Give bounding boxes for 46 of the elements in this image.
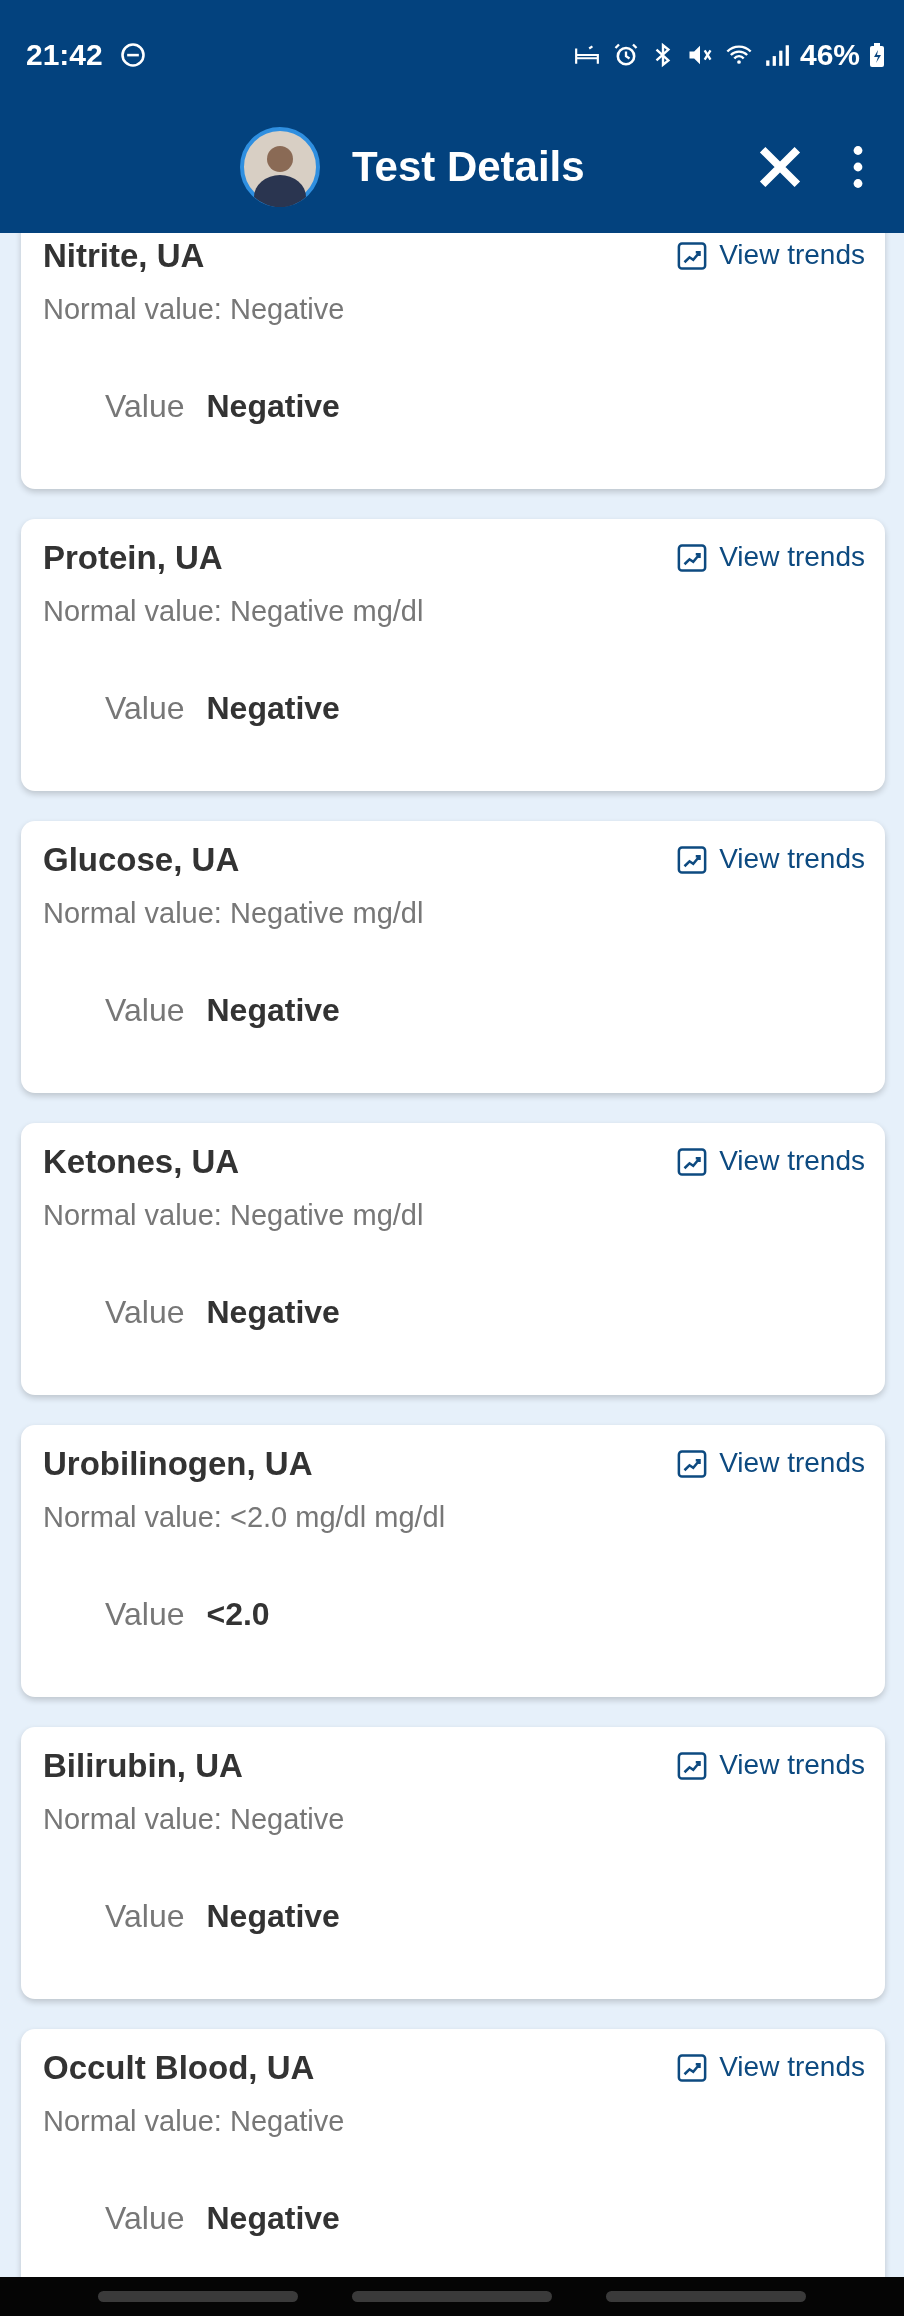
value-label: Value bbox=[105, 690, 185, 727]
view-trends-link[interactable]: View trends bbox=[675, 533, 865, 573]
normal-value-text: Normal value: Negative mg/dl bbox=[43, 897, 425, 930]
nav-handle[interactable] bbox=[606, 2291, 806, 2302]
normal-value-text: Normal value: Negative bbox=[43, 293, 346, 326]
test-name: Protein, UA bbox=[43, 538, 223, 577]
test-name: Bilirubin, UA bbox=[43, 1746, 243, 1785]
test-name: Glucose, UA bbox=[43, 840, 240, 879]
value-label: Value bbox=[105, 2200, 185, 2237]
test-name: Urobilinogen, UA bbox=[43, 1444, 313, 1483]
view-trends-link[interactable]: View trends bbox=[675, 2043, 865, 2083]
battery-percent: 46% bbox=[799, 38, 860, 72]
avatar-icon bbox=[240, 126, 320, 207]
nav-handle[interactable] bbox=[98, 2291, 298, 2302]
normal-value-text: Normal value: Negative mg/dl bbox=[43, 595, 425, 628]
normal-value-text: Normal value: Negative bbox=[43, 1803, 346, 1836]
view-trends-link[interactable]: View trends bbox=[675, 1137, 865, 1177]
view-trends-link[interactable]: View trends bbox=[675, 1741, 865, 1781]
test-value: Negative bbox=[206, 1898, 340, 1935]
value-label: Value bbox=[105, 388, 185, 425]
signal-icon bbox=[763, 42, 790, 68]
normal-value-text: Normal value: <2.0 mg/dl mg/dl bbox=[43, 1501, 447, 1534]
normal-value-text: Normal value: Negative mg/dl bbox=[43, 1199, 425, 1232]
test-name: Ketones, UA bbox=[43, 1142, 240, 1181]
value-label: Value bbox=[105, 992, 185, 1029]
value-label: Value bbox=[105, 1898, 185, 1935]
battery-icon bbox=[870, 42, 884, 68]
status-time: 21:42 bbox=[26, 38, 103, 72]
view-trends-link[interactable]: View trends bbox=[675, 835, 865, 875]
test-name: Occult Blood, UA bbox=[43, 2048, 315, 2087]
test-value: Negative bbox=[206, 1294, 340, 1331]
more-menu-button[interactable] bbox=[852, 144, 864, 189]
test-value: Negative bbox=[206, 690, 340, 727]
test-value: Negative bbox=[206, 992, 340, 1029]
normal-value-text: Normal value: Negative bbox=[43, 2105, 346, 2138]
value-label: Value bbox=[105, 1596, 185, 1633]
view-trends-link[interactable]: View trends bbox=[675, 233, 865, 271]
do-not-disturb-icon bbox=[118, 41, 147, 69]
view-trends-link[interactable]: View trends bbox=[675, 1439, 865, 1479]
test-value: Negative bbox=[206, 388, 340, 425]
screen-title: Test Details bbox=[352, 142, 586, 191]
test-name: Nitrite, UA bbox=[43, 236, 205, 275]
test-value: <2.0 bbox=[206, 1596, 270, 1633]
value-label: Value bbox=[105, 1294, 185, 1331]
test-value: Negative bbox=[206, 2200, 340, 2237]
nav-handle[interactable] bbox=[352, 2291, 552, 2302]
